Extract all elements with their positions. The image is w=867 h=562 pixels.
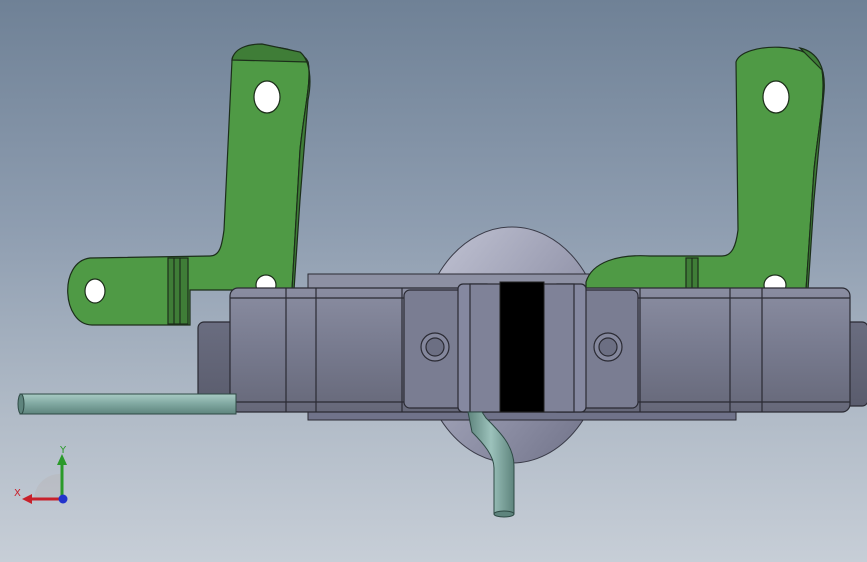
orientation-triad: Y X [14, 445, 68, 504]
y-axis-label: Y [59, 445, 67, 456]
right-bracket[interactable] [585, 46, 825, 296]
center-slot [499, 281, 545, 413]
x-axis-label: X [14, 488, 21, 499]
left-tube[interactable] [17, 393, 237, 415]
triad-quadrant [33, 473, 62, 500]
z-axis-dot [58, 494, 68, 504]
x-axis-arrowhead [22, 494, 32, 504]
left-bracket[interactable] [67, 43, 311, 326]
assembly-model[interactable] [0, 0, 867, 562]
cad-viewport[interactable]: Y X [0, 0, 867, 562]
